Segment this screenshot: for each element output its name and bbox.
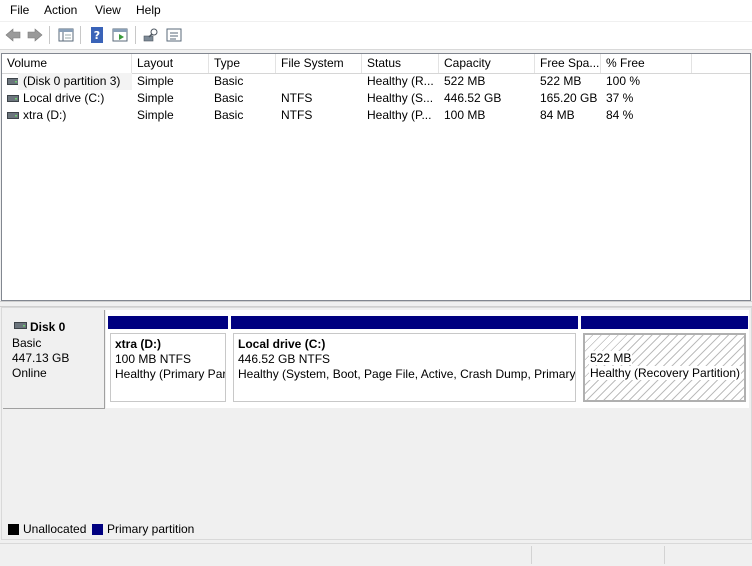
cell-volume: (Disk 0 partition 3) [18,73,132,90]
column-file-system[interactable]: File System [276,54,362,73]
column-free-space[interactable]: Free Spa... [535,54,601,73]
partition-xtra[interactable]: xtra (D:) 100 MB NTFS Healthy (Primary P… [108,316,228,402]
cell-status: Healthy (P... [367,108,432,122]
column-header-row: Volume Layout Type File System Status Ca… [2,54,750,74]
legend-primary: Primary partition [107,522,195,536]
toolbar-separator [135,26,136,44]
cell-free-space: 165.20 GB [540,91,598,105]
menu-action[interactable]: Action [44,3,77,17]
partition-status: Healthy (Recovery Partition) [589,366,742,380]
cell-file-system: NTFS [281,91,313,105]
disk-icon [14,322,27,329]
primary-partition-swatch [92,524,103,535]
partition-body: Local drive (C:) 446.52 GB NTFS Healthy … [233,333,576,402]
cell-type: Basic [214,108,244,122]
console-tree-icon[interactable] [58,27,74,43]
disk-size: 447.13 GB [12,351,70,365]
toolbar-separator [80,26,81,44]
cell-volume: xtra (D:) [23,108,67,122]
menu-file[interactable]: File [10,3,29,17]
cell-percent-free: 100 % [606,74,641,88]
disk-type: Basic [12,336,42,350]
cell-status: Healthy (S... [367,91,434,105]
cell-percent-free: 84 % [606,108,634,122]
menu-view[interactable]: View [95,3,121,17]
disk-list-icon[interactable] [166,27,182,43]
cell-layout: Simple [137,91,174,105]
disk-state: Online [12,366,47,380]
status-bar [0,543,752,566]
partition-label: Local drive (C:) [238,337,326,351]
cell-file-system: NTFS [281,108,313,122]
connect-disk-icon[interactable] [143,27,159,43]
partition-label: xtra (D:) [115,337,162,351]
column-volume[interactable]: Volume [2,54,132,73]
disk-graphical-view[interactable]: Disk 0 Basic 447.13 GB Online xtra (D:) … [1,307,752,540]
table-row[interactable]: (Disk 0 partition 3) Simple Basic Health… [2,73,750,90]
disk-label[interactable]: Disk 0 Basic 447.13 GB Online [3,310,105,409]
cell-free-space: 522 MB [540,74,582,88]
partition-color-bar [231,316,578,329]
status-divider [531,546,532,564]
cell-type: Basic [214,74,244,88]
column-type[interactable]: Type [209,54,276,73]
legend-unallocated: Unallocated [23,522,87,536]
disk-partitions-row: xtra (D:) 100 MB NTFS Healthy (Primary P… [106,310,749,408]
cell-percent-free: 37 % [606,91,634,105]
partition-color-bar [581,316,748,329]
column-status[interactable]: Status [362,54,439,73]
cell-capacity: 446.52 GB [444,91,502,105]
partition-local-drive[interactable]: Local drive (C:) 446.52 GB NTFS Healthy … [231,316,578,402]
toolbar: ? [0,22,752,50]
table-row[interactable]: xtra (D:) Simple Basic NTFS Healthy (P..… [2,107,750,124]
cell-type: Basic [214,91,244,105]
partition-detail: 446.52 GB NTFS [238,352,331,366]
cell-capacity: 522 MB [444,74,486,88]
disk-name: Disk 0 [30,320,66,334]
forward-arrow-icon[interactable] [27,27,43,43]
cell-volume: Local drive (C:) [23,91,105,105]
menu-bar: File Action View Help [0,0,752,21]
partition-status: Healthy (Primary Partition) [115,367,226,381]
partition-status: Healthy (System, Boot, Page File, Active… [238,367,576,381]
partition-detail: 522 MB [589,351,633,365]
svg-text:?: ? [94,29,100,42]
cell-free-space: 84 MB [540,108,575,122]
column-percent-free[interactable]: % Free [601,54,692,73]
status-divider [664,546,665,564]
toolbar-separator [49,26,50,44]
partition-body: xtra (D:) 100 MB NTFS Healthy (Primary P… [110,333,226,402]
partition-recovery[interactable]: 522 MB Healthy (Recovery Partition) [581,316,748,402]
partition-body: 522 MB Healthy (Recovery Partition) [583,333,746,402]
help-icon[interactable]: ? [89,27,105,43]
column-capacity[interactable]: Capacity [439,54,535,73]
cell-layout: Simple [137,108,174,122]
properties-icon[interactable] [112,27,128,43]
menu-help[interactable]: Help [136,3,161,17]
cell-status: Healthy (R... [367,74,434,88]
column-layout[interactable]: Layout [132,54,209,73]
cell-layout: Simple [137,74,174,88]
cell-capacity: 100 MB [444,108,486,122]
partition-color-bar [108,316,228,329]
table-row[interactable]: Local drive (C:) Simple Basic NTFS Healt… [2,90,750,107]
volume-list[interactable]: Volume Layout Type File System Status Ca… [1,53,751,301]
cell-file-system [276,73,362,90]
unallocated-swatch [8,524,19,535]
back-arrow-icon[interactable] [5,27,21,43]
partition-detail: 100 MB NTFS [115,352,192,366]
